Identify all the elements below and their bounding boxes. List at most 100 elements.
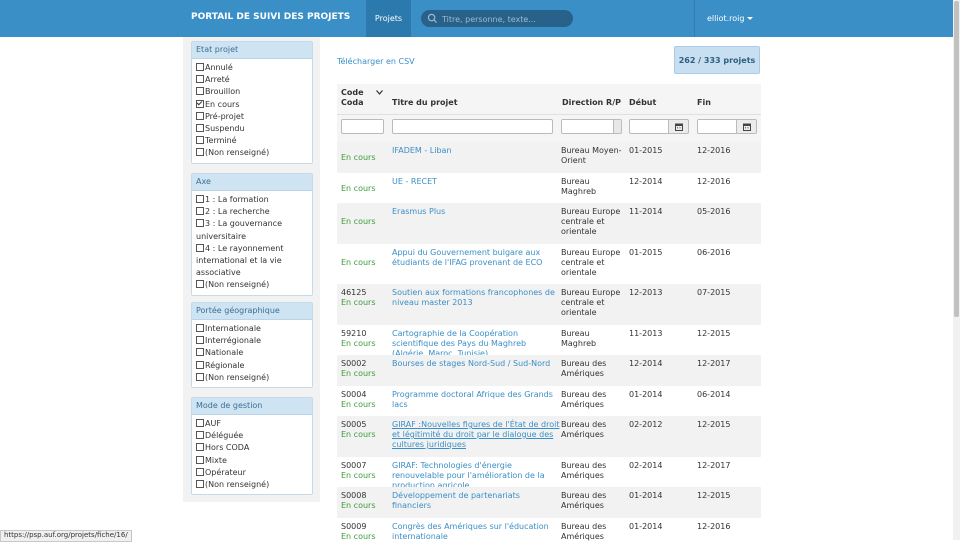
- cell-title-link[interactable]: Congrès des Amériques sur l'éducation in…: [392, 522, 560, 542]
- header-code[interactable]: Code Coda: [341, 88, 375, 108]
- checkbox-icon[interactable]: [196, 111, 204, 120]
- table-row[interactable]: En cours UE - RECET Bureau Maghreb 12-2014 1…: [337, 173, 761, 203]
- filter-direction-select[interactable]: [561, 119, 622, 134]
- table-row[interactable]: S0007 En cours GIRAF: Technologies d'énerg…: [337, 457, 761, 490]
- checkbox-icon[interactable]: [196, 63, 204, 71]
- checkbox-icon[interactable]: [196, 443, 204, 452]
- checkbox-icon[interactable]: [196, 372, 204, 381]
- calendar-icon[interactable]: [668, 119, 689, 134]
- header-debut[interactable]: Début: [629, 98, 656, 107]
- filter-checkbox-item[interactable]: Suspendu: [196, 123, 310, 135]
- cell-title-link[interactable]: Bourses de stages Nord-Sud / Sud-Nord: [392, 359, 560, 369]
- sort-desc-icon[interactable]: [376, 90, 383, 95]
- table-row[interactable]: 46125 En cours Soutien aux formations fran…: [337, 284, 761, 325]
- brand-title[interactable]: PORTAIL DE SUIVI DES PROJETS: [191, 12, 350, 22]
- filter-checkbox-item[interactable]: (Non renseigné): [196, 279, 310, 291]
- cell-title-link[interactable]: Erasmus Plus: [392, 207, 560, 217]
- panel-title: Etat projet: [192, 42, 312, 59]
- scrollbar-thumb[interactable]: [954, 1, 959, 317]
- filter-checkbox-item[interactable]: 3 : La gouvernance universitaire: [196, 218, 310, 242]
- checkbox-icon[interactable]: [196, 336, 204, 345]
- checkbox-icon[interactable]: [196, 480, 204, 489]
- checkbox-icon[interactable]: [196, 467, 204, 476]
- filter-checkbox-item[interactable]: En cours: [196, 99, 310, 111]
- cell-title-link[interactable]: Développement de partenariats financiers: [392, 491, 560, 511]
- filter-debut-input[interactable]: [629, 119, 669, 134]
- filter-checkbox-item[interactable]: Mixte: [196, 455, 310, 467]
- cell-title-link[interactable]: IFADEM - Liban: [392, 146, 560, 156]
- checkbox-icon[interactable]: [196, 243, 204, 252]
- cell-title-link[interactable]: Soutien aux formations francophones de n…: [392, 288, 560, 308]
- header-titre[interactable]: Titre du projet: [392, 98, 458, 107]
- checkbox-icon[interactable]: [196, 455, 204, 464]
- filter-checkbox-item[interactable]: Annulé: [196, 62, 310, 74]
- filter-checkbox-item[interactable]: Régionale: [196, 360, 310, 372]
- table-row[interactable]: 59210 En cours Cartographie de la Coopérat…: [337, 325, 761, 358]
- filter-titre-input[interactable]: [392, 119, 553, 134]
- checkbox-icon[interactable]: [196, 207, 204, 216]
- table-row[interactable]: En cours Appui du Gouvernement bulgare au…: [337, 244, 761, 284]
- filter-fin-input[interactable]: [697, 119, 737, 134]
- checkbox-icon[interactable]: [196, 280, 204, 289]
- checkbox-icon[interactable]: [196, 360, 204, 369]
- filter-checkbox-item[interactable]: Terminé: [196, 135, 310, 147]
- filter-checkbox-item[interactable]: Hors CODA: [196, 442, 310, 454]
- filter-checkbox-item[interactable]: Interrégionale: [196, 335, 310, 347]
- filter-checkbox-item[interactable]: 4 : Le rayonnement international et la v…: [196, 243, 310, 280]
- filter-checkbox-item[interactable]: 1 : La formation: [196, 194, 310, 206]
- cell-debut: 02-2012: [629, 420, 663, 429]
- checkbox-icon[interactable]: [196, 195, 204, 203]
- checkbox-icon[interactable]: [196, 136, 204, 145]
- cell-status: En cours: [341, 471, 376, 480]
- calendar-icon[interactable]: [736, 119, 757, 134]
- filter-checkbox-item[interactable]: Opérateur: [196, 467, 310, 479]
- checkbox-icon[interactable]: [196, 148, 204, 157]
- table-row[interactable]: En cours Erasmus Plus Bureau Europe centra…: [337, 203, 761, 244]
- checkbox-checked-icon[interactable]: [196, 99, 204, 108]
- checkbox-icon[interactable]: [196, 419, 204, 427]
- filter-checkbox-item[interactable]: Arreté: [196, 74, 310, 86]
- nav-projets[interactable]: Projets: [366, 0, 411, 37]
- filter-checkbox-item[interactable]: Internationale: [196, 323, 310, 335]
- filter-checkbox-item[interactable]: (Non renseigné): [196, 479, 310, 491]
- header-fin[interactable]: Fin: [697, 98, 711, 107]
- cell-title-link[interactable]: UE - RECET: [392, 177, 560, 187]
- filter-checkbox-item[interactable]: AUF: [196, 418, 310, 430]
- checkbox-icon[interactable]: [196, 75, 204, 84]
- checkbox-icon[interactable]: [196, 324, 204, 332]
- cell-direction: Bureau Moyen-Orient: [561, 146, 622, 165]
- table-row[interactable]: S0005 En cours GIRAF :Nouvelles figures de…: [337, 416, 761, 457]
- filter-checkbox-item[interactable]: Pré-projet: [196, 111, 310, 123]
- filter-checkbox-item[interactable]: (Non renseigné): [196, 147, 310, 159]
- filter-checkbox-item[interactable]: Nationale: [196, 347, 310, 359]
- download-csv-link[interactable]: Télécharger en CSV: [337, 57, 415, 66]
- checkbox-icon[interactable]: [196, 348, 204, 357]
- checkbox-icon[interactable]: [196, 87, 204, 96]
- filter-checkbox-item[interactable]: Brouillon: [196, 86, 310, 98]
- checkbox-label: (Non renseigné): [205, 372, 270, 382]
- user-menu[interactable]: elliot.roig: [694, 0, 760, 37]
- cell-status: En cours: [341, 532, 376, 541]
- table-row[interactable]: En cours IFADEM - Liban Bureau Moyen-Orien…: [337, 142, 761, 173]
- filter-checkbox-item[interactable]: (Non renseigné): [196, 372, 310, 384]
- table-row[interactable]: S0004 En cours Programme doctoral Afrique …: [337, 386, 761, 416]
- search-input[interactable]: [440, 11, 572, 27]
- checkbox-icon[interactable]: [196, 219, 204, 228]
- filter-checkbox-item[interactable]: Déléguée: [196, 430, 310, 442]
- search-box[interactable]: [421, 10, 573, 27]
- header-direction[interactable]: Direction R/P: [562, 98, 621, 107]
- filter-code-input[interactable]: [341, 119, 384, 134]
- table-row[interactable]: S0008 En cours Développement de partenaria…: [337, 487, 761, 518]
- table-row[interactable]: S0002 En cours Bourses de stages Nord-Sud …: [337, 355, 761, 386]
- filter-checkbox-item[interactable]: 2 : La recherche: [196, 206, 310, 218]
- checkbox-icon[interactable]: [196, 124, 204, 133]
- cell-title-link[interactable]: Programme doctoral Afrique des Grands la…: [392, 390, 560, 410]
- cell-title-link[interactable]: Appui du Gouvernement bulgare aux étudia…: [392, 248, 560, 268]
- cell-status: En cours: [341, 298, 376, 307]
- checkbox-icon[interactable]: [196, 431, 204, 440]
- cell-fin: 06-2016: [697, 248, 731, 257]
- cell-status: En cours: [341, 217, 376, 226]
- cell-title-link[interactable]: GIRAF :Nouvelles figures de l'État de dr…: [392, 420, 560, 450]
- page-scrollbar[interactable]: [953, 0, 960, 540]
- table-row[interactable]: S0009 En cours Congrès des Amériques sur l…: [337, 518, 761, 558]
